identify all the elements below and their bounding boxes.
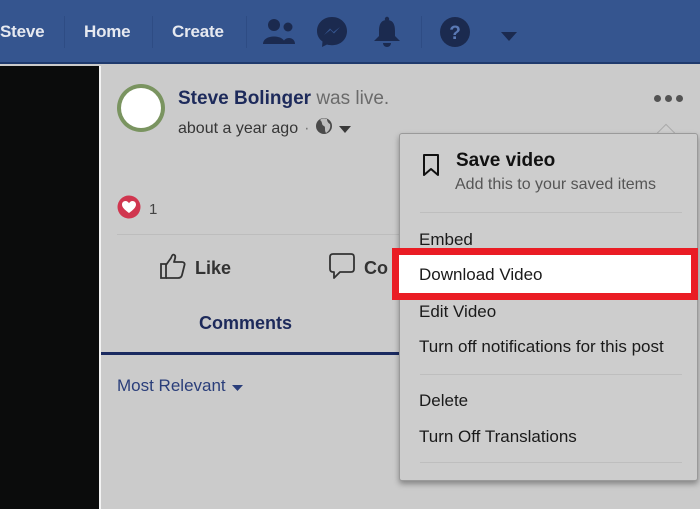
like-button[interactable]: Like	[159, 252, 231, 285]
dot-icon	[676, 94, 683, 102]
reaction-summary[interactable]: 1	[117, 195, 157, 224]
thumbs-up-icon	[159, 252, 187, 285]
post-meta: about a year ago ·	[178, 117, 352, 140]
menu-item-delete[interactable]: Delete	[419, 391, 468, 411]
menu-item-download-video[interactable]: Download Video	[419, 265, 543, 285]
author-name-link[interactable]: Steve Bolinger	[178, 88, 311, 109]
friends-icon[interactable]	[263, 18, 295, 51]
nav-divider	[152, 16, 153, 48]
comment-sort-dropdown[interactable]: Most Relevant	[117, 376, 243, 396]
video-player-area[interactable]	[0, 66, 99, 509]
globe-icon[interactable]	[315, 117, 333, 140]
nav-create-link[interactable]: Create	[172, 22, 224, 42]
dot-icon	[654, 94, 661, 102]
menu-divider	[420, 462, 682, 463]
post-options-more-button[interactable]	[654, 90, 684, 106]
menu-item-edit-video[interactable]: Edit Video	[419, 302, 496, 322]
nav-profile-link[interactable]: Steve	[0, 22, 45, 42]
sort-label: Most Relevant	[117, 376, 226, 395]
post-options-menu: Save video Add this to your saved items …	[399, 133, 698, 481]
comment-label: Co	[364, 258, 388, 278]
author-avatar[interactable]	[117, 84, 165, 132]
notifications-bell-icon[interactable]	[372, 16, 402, 53]
menu-item-save-video[interactable]: Save video	[456, 150, 555, 172]
nav-divider	[421, 16, 422, 48]
comment-bubble-icon	[328, 252, 356, 285]
menu-item-embed[interactable]: Embed	[419, 230, 473, 250]
post-action-text: was live.	[316, 88, 390, 109]
post-header: Steve Bolinger was live.	[178, 88, 389, 110]
post-timestamp[interactable]: about a year ago	[178, 120, 298, 138]
chevron-down-icon	[231, 376, 243, 396]
menu-divider	[420, 374, 682, 375]
save-video-description: Add this to your saved items	[455, 176, 656, 193]
comment-button[interactable]: Co	[328, 252, 388, 285]
like-label: Like	[195, 258, 232, 278]
love-reaction-icon	[117, 195, 141, 224]
top-navigation-bar: Steve Home Create ?	[0, 0, 700, 64]
privacy-dropdown-caret-icon[interactable]	[339, 120, 352, 138]
menu-divider	[420, 212, 682, 213]
bookmark-icon	[422, 154, 440, 181]
account-dropdown-caret-icon[interactable]	[501, 28, 517, 46]
nav-home-link[interactable]: Home	[84, 22, 131, 42]
svg-text:?: ?	[449, 23, 461, 44]
meta-separator: ·	[304, 119, 310, 137]
active-tab-indicator	[101, 352, 400, 355]
dot-icon	[665, 94, 672, 102]
menu-item-turn-off-translations[interactable]: Turn Off Translations	[419, 427, 577, 447]
highlight-box: Download Video	[392, 248, 698, 300]
tab-comments[interactable]: Comments	[199, 313, 292, 334]
nav-divider	[246, 16, 247, 48]
nav-divider	[64, 16, 65, 48]
help-question-icon[interactable]: ?	[439, 16, 471, 53]
reaction-divider	[117, 234, 400, 235]
messenger-icon[interactable]	[316, 16, 348, 53]
reaction-count: 1	[149, 201, 158, 218]
menu-item-turn-off-notifications[interactable]: Turn off notifications for this post	[419, 337, 664, 357]
